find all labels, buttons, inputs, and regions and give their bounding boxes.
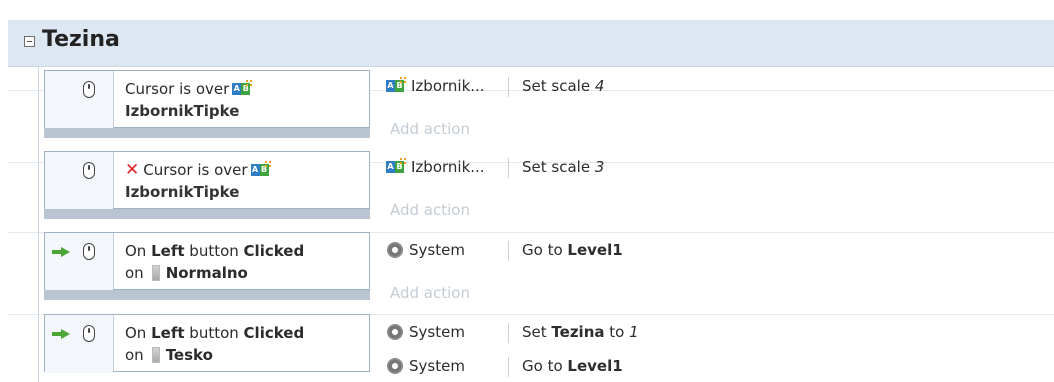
condition-object: Normalno: [165, 264, 248, 282]
text-object-icon: AB: [250, 160, 273, 178]
action-text: Set Tezina to 1: [522, 323, 639, 341]
condition-object: Tesko: [165, 346, 213, 364]
system-gear-icon: [386, 357, 404, 375]
action-text: Go to Level1: [522, 357, 623, 375]
condition-block[interactable]: Cursor is over A B IzbornikTipke: [44, 70, 370, 129]
action-text: Go to Level1: [522, 241, 623, 259]
collapse-toggle-icon[interactable]: [24, 36, 35, 47]
condition-block[interactable]: On Left button Clicked on Tesko: [44, 314, 370, 373]
action-text: Set scale 3: [522, 158, 605, 176]
action-row[interactable]: A B Izbornik... Set scale 3: [378, 153, 1054, 183]
invert-x-icon: ✕: [125, 160, 140, 180]
trigger-arrow-icon: [52, 247, 70, 257]
action-row[interactable]: System Go to Level1: [378, 236, 1054, 266]
trigger-arrow-icon: [52, 329, 70, 339]
action-row[interactable]: System Go to Level1: [378, 352, 1054, 382]
event-block-4[interactable]: On Left button Clicked on Tesko System Se…: [44, 314, 1054, 382]
mouse-icon: [83, 81, 95, 98]
condition-text: On Left button Clicked on Tesko: [125, 324, 305, 364]
text-object-icon: AB: [386, 76, 408, 94]
action-row[interactable]: System Set Tezina to 1: [378, 318, 1054, 348]
group-title: Tezina: [42, 27, 120, 52]
text-object-icon: AB: [232, 79, 254, 97]
add-action-link[interactable]: Add action: [378, 114, 1054, 144]
sprite-icon: [151, 347, 160, 363]
event-block-1[interactable]: Cursor is over A B IzbornikTipke A B Izborni…: [44, 70, 1054, 150]
condition-text: Cursor is over A B IzbornikTipke: [125, 78, 257, 122]
event-group-header[interactable]: Tezina: [8, 20, 1054, 67]
condition-block[interactable]: On Left button Clicked on Normalno: [44, 232, 370, 291]
text-object-icon: AB: [386, 157, 408, 175]
mouse-icon: [83, 162, 95, 179]
condition-object: IzbornikTipke: [125, 102, 240, 120]
mouse-icon: [83, 325, 95, 342]
group-gutter-line: [38, 66, 39, 382]
system-gear-icon: [386, 323, 404, 341]
condition-object: IzbornikTipke: [125, 183, 240, 201]
event-block-3[interactable]: On Left button Clicked on Normalno System…: [44, 232, 1054, 312]
action-object: System: [386, 357, 465, 375]
condition-block[interactable]: ✕ Cursor is over A B IzbornikTipke: [44, 151, 370, 210]
system-gear-icon: [386, 241, 404, 259]
add-action-link[interactable]: Add action: [378, 278, 1054, 308]
condition-text: ✕ Cursor is over A B IzbornikTipke: [125, 159, 276, 203]
action-object: System: [386, 323, 465, 341]
mouse-icon: [83, 243, 95, 260]
action-object: A B Izbornik...: [386, 76, 485, 95]
action-row[interactable]: A B Izbornik... Set scale 4: [378, 72, 1054, 102]
event-block-2[interactable]: ✕ Cursor is over A B IzbornikTipke A B Izborn…: [44, 151, 1054, 231]
sprite-icon: [151, 265, 160, 281]
action-object: A B Izbornik...: [386, 157, 485, 176]
action-object: System: [386, 241, 465, 259]
add-action-link[interactable]: Add action: [378, 195, 1054, 225]
action-text: Set scale 4: [522, 77, 605, 95]
condition-text: On Left button Clicked on Normalno: [125, 242, 305, 282]
